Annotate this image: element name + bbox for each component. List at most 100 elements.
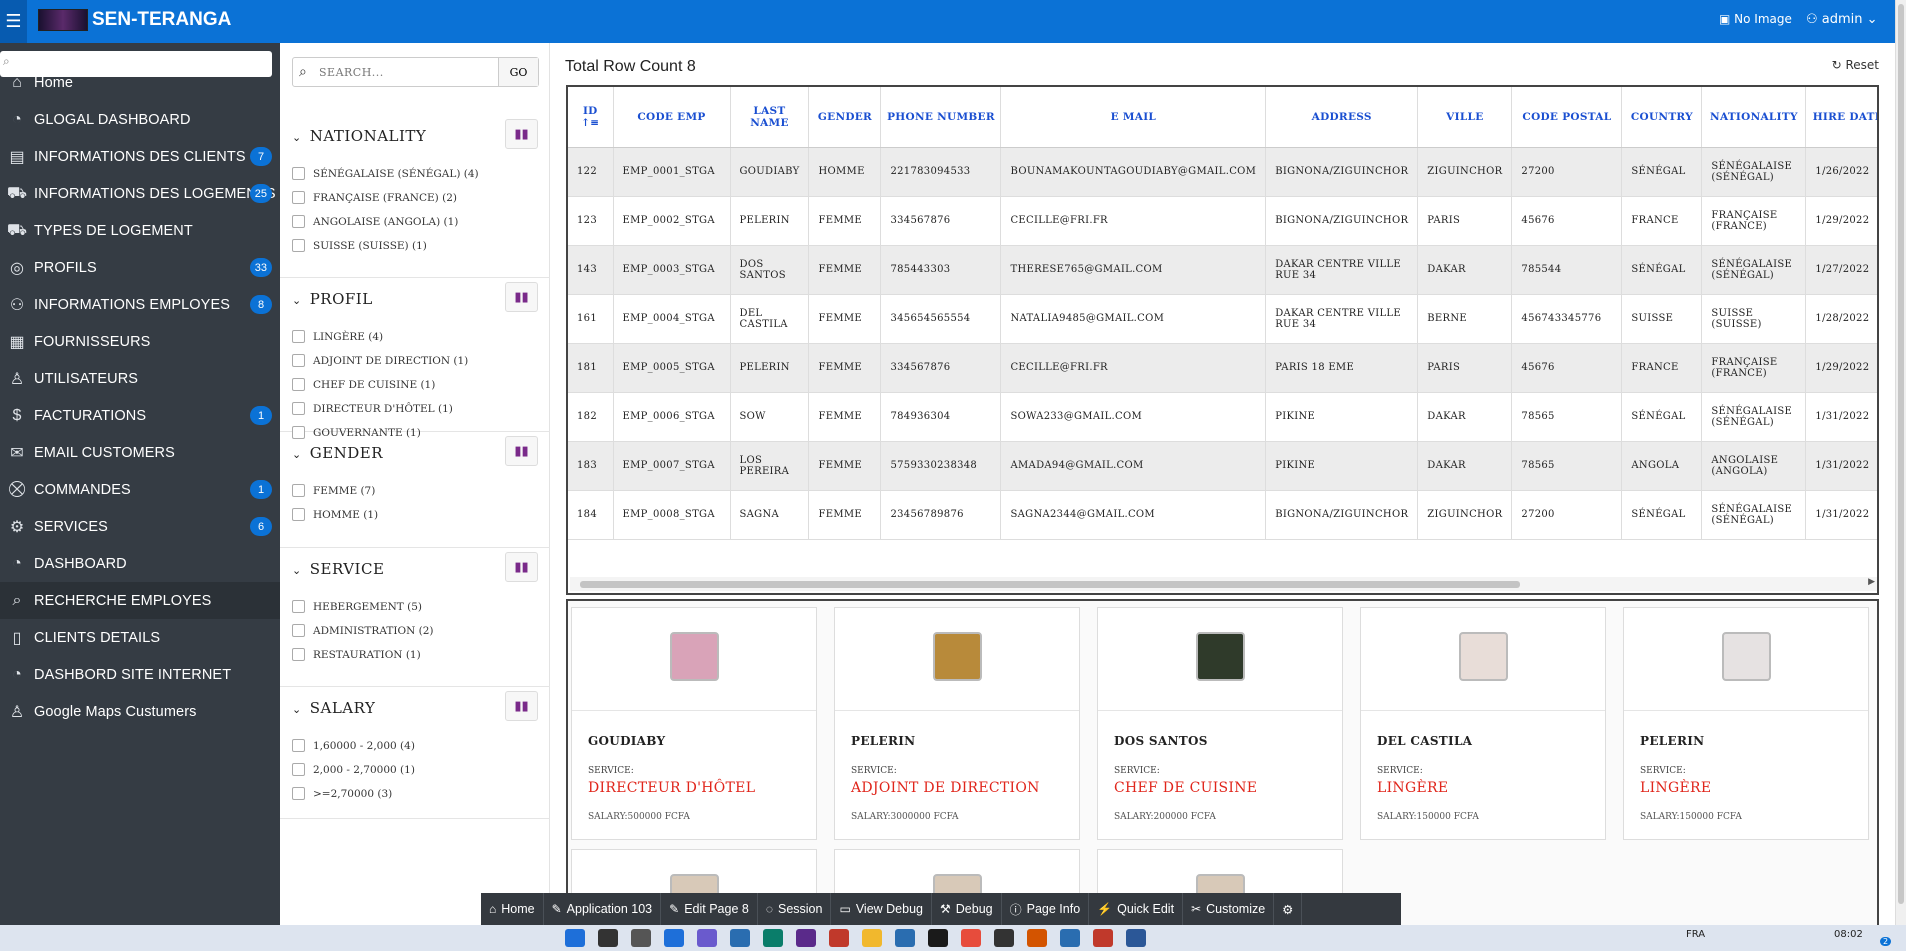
taskbar-app-icon[interactable] [796,929,816,947]
checkbox[interactable] [292,508,305,521]
sidebar-item-dashboard[interactable]: ◔ DASHBOARD [0,545,280,582]
sidebar-item-profils[interactable]: ◎ PROFILS 33 [0,249,280,286]
checkbox[interactable] [292,484,305,497]
devbar-page-info[interactable]: ⓘ Page Info [1002,893,1090,925]
devbar-session[interactable]: ◌ Session [758,893,832,925]
facet-option[interactable]: SUISSE (SUISSE) (1) [292,239,427,252]
sidebar-item-services[interactable]: ⚙ SERVICES 6 [0,508,280,545]
facet-option[interactable]: ADMINISTRATION (2) [292,624,434,637]
table-row[interactable]: 122 EMP_0001_STGA GOUDIABY HOMME 22178309453… [568,147,1877,197]
employee-card[interactable]: DOS SANTOS SERVICE: CHEF DE CUISINE SALA… [1097,607,1343,840]
taskbar-app-icon[interactable] [1126,929,1146,947]
facet-option[interactable]: FEMME (7) [292,484,375,497]
taskbar-app-icon[interactable] [1093,929,1113,947]
taskbar-app-icon[interactable] [730,929,750,947]
table-row[interactable]: 182 EMP_0006_STGA SOW FEMME 784936304 SOWA233… [568,392,1877,442]
app-name[interactable]: SEN-TERANGA [92,9,231,31]
facet-group-header[interactable]: ⌄ GENDER [292,444,383,462]
checkbox[interactable] [292,239,305,252]
sidebar-item-utilisateurs[interactable]: ♙ UTILISATEURS [0,360,280,397]
notification-count-badge[interactable]: 2 [1880,937,1892,946]
employee-card[interactable]: DEL CASTILA SERVICE: LINGÈRE SALARY:1500… [1360,607,1606,840]
bar-chart-icon[interactable]: ▮▮ [505,691,538,721]
checkbox[interactable] [292,215,305,228]
facet-option[interactable]: SÉNÉGALAISE (SÉNÉGAL) (4) [292,167,479,180]
column-header-country[interactable]: COUNTRY [1621,87,1703,148]
horizontal-scrollbar[interactable]: ▶ [570,577,1877,591]
facet-option[interactable]: 2,000 - 2,70000 (1) [292,763,415,776]
taskbar-app-icon[interactable] [1027,929,1047,947]
facet-option[interactable]: >=2,70000 (3) [292,787,392,800]
sidebar-item-types-de-logement[interactable]: ⛟ TYPES DE LOGEMENT [0,212,280,249]
facet-option[interactable]: GOUVERNANTE (1) [292,426,421,439]
page-scrollbar[interactable] [1895,0,1906,925]
sidebar-item-commandes[interactable]: ⛒ COMMANDES 1 [0,471,280,508]
employee-card[interactable]: GOUDIABY SERVICE: DIRECTEUR D'HÔTEL SALA… [571,607,817,840]
checkbox[interactable] [292,167,305,180]
sidebar-item-informations-employes[interactable]: ⚇ INFORMATIONS EMPLOYES 8 [0,286,280,323]
sidebar-item-glogal-dashboard[interactable]: ◔ GLOGAL DASHBOARD [0,101,280,138]
column-header-last-name[interactable]: LAST NAME [730,87,810,148]
taskbar-app-icon[interactable] [631,929,651,947]
taskbar-app-icon[interactable] [829,929,849,947]
checkbox[interactable] [292,648,305,661]
checkbox[interactable] [292,787,305,800]
taskbar-app-icon[interactable] [664,929,684,947]
facet-option[interactable]: HOMME (1) [292,508,378,521]
facet-group-header[interactable]: ⌄ SALARY [292,699,375,717]
facet-group-header[interactable]: ⌄ NATIONALITY [292,127,426,145]
checkbox[interactable] [292,402,305,415]
bar-chart-icon[interactable]: ▮▮ [505,282,538,312]
go-button[interactable]: GO [498,58,538,86]
employee-card[interactable]: PELERIN SERVICE: ADJOINT DE DIRECTION SA… [834,607,1080,840]
gear-icon[interactable]: ⚙ [1274,893,1303,925]
taskbar-app-icon[interactable] [961,929,981,947]
taskbar-app-icon[interactable] [697,929,717,947]
checkbox[interactable] [292,739,305,752]
facet-option[interactable]: RESTAURATION (1) [292,648,421,661]
scroll-right-arrow-icon[interactable]: ▶ [1868,577,1875,587]
table-row[interactable]: 143 EMP_0003_STGA DOS SANTOS FEMME 785443303… [568,245,1877,295]
taskbar-app-icon[interactable] [598,929,618,947]
facet-group-header[interactable]: ⌄ SERVICE [292,560,384,578]
facet-option[interactable]: LINGÈRE (4) [292,330,383,343]
taskbar-app-icon[interactable] [994,929,1014,947]
devbar-home[interactable]: ⌂ Home [481,893,544,925]
app-logo[interactable] [38,9,88,31]
checkbox[interactable] [292,624,305,637]
facet-option[interactable]: CHEF DE CUISINE (1) [292,378,435,391]
facet-option[interactable]: FRANÇAISE (FRANCE) (2) [292,191,457,204]
taskbar-app-icon[interactable] [862,929,882,947]
page-scrollbar-thumb[interactable] [1898,4,1904,904]
employee-card[interactable]: PELERIN SERVICE: LINGÈRE SALARY:150000 F… [1623,607,1869,840]
table-row[interactable]: 181 EMP_0005_STGA PELERIN FEMME 334567876 CEC… [568,343,1877,393]
devbar-edit-page-8[interactable]: ✎ Edit Page 8 [661,893,758,925]
sidebar-item-facturations[interactable]: $ FACTURATIONS 1 [0,397,280,434]
sidebar-item-email-customers[interactable]: ✉ EMAIL CUSTOMERS [0,434,280,471]
checkbox[interactable] [292,763,305,776]
column-header-gender[interactable]: GENDER [808,87,882,148]
hamburger-menu-icon[interactable]: ☰ [0,0,27,43]
facet-search[interactable]: ⌕ SEARCH... GO [292,57,539,87]
table-row[interactable]: 161 EMP_0004_STGA DEL CASTILA FEMME 34565456… [568,294,1877,344]
devbar-debug[interactable]: ⚒ Debug [932,893,1002,925]
table-row[interactable]: 184 EMP_0008_STGA SAGNA FEMME 23456789876 SAG… [568,490,1877,540]
checkbox[interactable] [292,600,305,613]
checkbox[interactable] [292,426,305,439]
taskbar-app-icon[interactable] [928,929,948,947]
horizontal-scrollbar-thumb[interactable] [580,581,1520,588]
facet-group-header[interactable]: ⌄ PROFIL [292,290,373,308]
taskbar-app-icon[interactable] [763,929,783,947]
sidebar-item-informations-des-clients[interactable]: ▤ INFORMATIONS DES CLIENTS 7 [0,138,280,175]
sidebar-item-informations-des-logements[interactable]: ⛟ INFORMATIONS DES LOGEMENTS 25 [0,175,280,212]
bar-chart-icon[interactable]: ▮▮ [505,552,538,582]
table-row[interactable]: 183 EMP_0007_STGA LOS PEREIRA FEMME 57593302… [568,441,1877,491]
checkbox[interactable] [292,378,305,391]
column-header-code-postal[interactable]: CODE POSTAL [1511,87,1623,148]
sidebar-item-dashbord-site-internet[interactable]: ◔ DASHBORD SITE INTERNET [0,656,280,693]
devbar-view-debug[interactable]: ▭ View Debug [831,893,932,925]
bar-chart-icon[interactable]: ▮▮ [505,119,538,149]
facet-option[interactable]: DIRECTEUR D'HÔTEL (1) [292,402,453,415]
language-indicator[interactable]: FRA [1686,929,1705,940]
table-row[interactable]: 123 EMP_0002_STGA PELERIN FEMME 334567876 CEC… [568,196,1877,246]
